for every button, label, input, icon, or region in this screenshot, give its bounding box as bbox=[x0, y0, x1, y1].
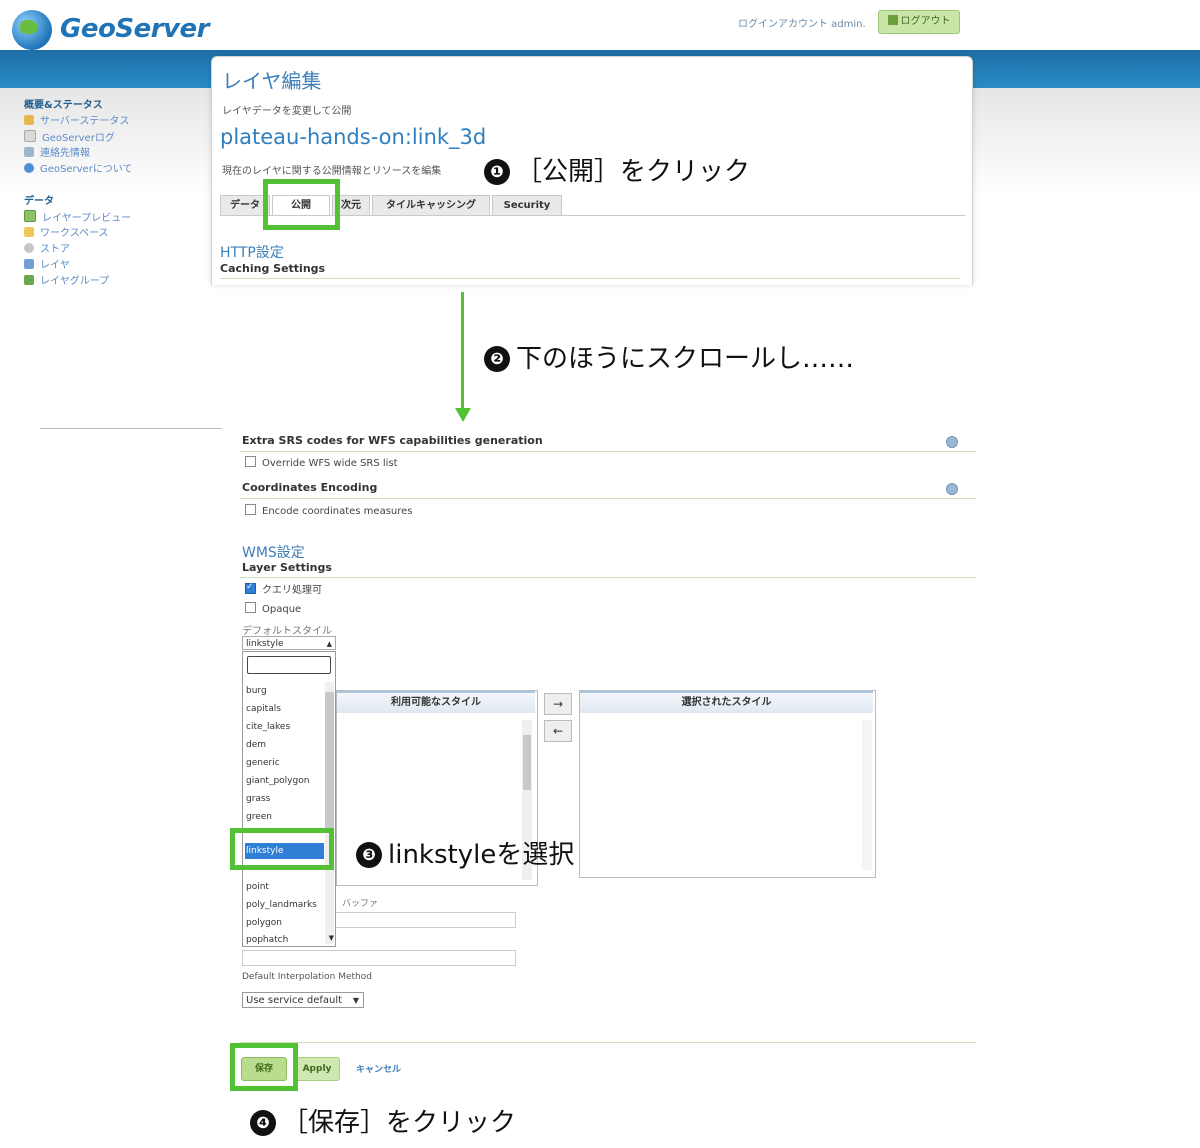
dropdown-option[interactable]: green bbox=[245, 809, 324, 825]
chevron-down-icon: ▼ bbox=[352, 996, 359, 1005]
available-styles-scroll-thumb[interactable] bbox=[523, 735, 531, 790]
dropdown-option[interactable]: point bbox=[245, 879, 324, 895]
dropdown-scroll-thumb[interactable] bbox=[325, 692, 334, 832]
scroll-arrow-head-icon bbox=[455, 408, 471, 422]
http-settings-title: HTTP設定 bbox=[220, 245, 284, 261]
caching-divider bbox=[220, 278, 960, 279]
interpolation-select[interactable]: Use service default ▼ bbox=[242, 992, 364, 1008]
highlight-save-button bbox=[230, 1043, 298, 1091]
sidebar-item-workspaces[interactable]: ワークスペース bbox=[24, 226, 109, 242]
dropdown-option[interactable]: generic bbox=[245, 755, 324, 771]
move-right-button[interactable]: → bbox=[544, 693, 572, 715]
sidebar-divider bbox=[40, 428, 222, 429]
page-title: レイヤ編集 bbox=[222, 69, 322, 93]
contact-icon bbox=[24, 147, 34, 157]
wms-settings-title: WMS設定 bbox=[242, 545, 305, 561]
sidebar-item-geoserver-log[interactable]: GeoServerログ bbox=[24, 130, 115, 146]
caret-up-icon: ▲ bbox=[326, 640, 332, 648]
dropdown-option[interactable]: polygon bbox=[245, 915, 324, 931]
sidebar-item-server-status[interactable]: サーバーステータス bbox=[24, 114, 129, 130]
highlight-publishing-tab bbox=[263, 179, 340, 230]
selected-styles-scrollbar[interactable] bbox=[862, 720, 872, 870]
selected-styles-list[interactable] bbox=[579, 690, 876, 878]
sidebar-item-stores[interactable]: ストア bbox=[24, 242, 70, 258]
encode-measures-checkbox[interactable] bbox=[245, 504, 256, 515]
actions-divider bbox=[240, 1042, 976, 1043]
dropdown-option[interactable]: cite_lakes bbox=[245, 719, 324, 735]
annotation-step3: ❸ linkstyleを選択 bbox=[356, 834, 574, 871]
dropdown-option[interactable]: poly_landmarks bbox=[245, 897, 324, 913]
queryable-checkbox[interactable] bbox=[245, 580, 256, 594]
dropdown-option[interactable]: giant_polygon bbox=[245, 773, 324, 789]
login-info: ログインアカウント admin. bbox=[738, 19, 866, 30]
layer-preview-icon bbox=[24, 210, 36, 222]
annotation-step4: ❹ ［保存］をクリック bbox=[250, 1102, 516, 1139]
default-style-select[interactable]: linkstyle ▲ bbox=[242, 636, 336, 650]
queryable-row[interactable]: クエリ処理可 bbox=[245, 580, 322, 597]
sidebar-item-contact[interactable]: 連絡先情報 bbox=[24, 146, 90, 162]
highlight-linkstyle-option bbox=[230, 828, 334, 870]
logout-button[interactable]: ログアウト bbox=[878, 10, 960, 34]
style-dropdown-list[interactable]: ▼ burg capitals cite_lakes dem generic g… bbox=[242, 651, 336, 947]
tab-security[interactable]: Security bbox=[492, 195, 562, 216]
help-icon[interactable] bbox=[946, 483, 958, 495]
dropdown-option[interactable]: capitals bbox=[245, 701, 324, 717]
override-srs-checkbox[interactable] bbox=[245, 456, 256, 467]
layers-icon bbox=[24, 259, 34, 269]
apply-button[interactable]: Apply bbox=[294, 1057, 340, 1081]
tab-tile-caching[interactable]: タイルキャッシング bbox=[372, 195, 490, 216]
opaque-row[interactable]: Opaque bbox=[245, 602, 301, 616]
about-icon bbox=[24, 163, 34, 173]
annotation-step1: ❶ ［公開］をクリック bbox=[484, 151, 750, 188]
cancel-link[interactable]: キャンセル bbox=[356, 1062, 401, 1075]
attribution-input[interactable] bbox=[242, 950, 516, 966]
sidebar-item-layer-preview[interactable]: レイヤープレビュー bbox=[24, 210, 131, 226]
server-status-icon bbox=[24, 115, 34, 125]
dropdown-scroll-down-icon[interactable]: ▼ bbox=[329, 934, 334, 942]
folder-icon bbox=[24, 227, 34, 237]
logout-icon bbox=[887, 15, 898, 25]
layer-group-icon bbox=[24, 275, 34, 285]
layer-settings-divider bbox=[240, 577, 976, 578]
encode-measures-row[interactable]: Encode coordinates measures bbox=[245, 504, 413, 518]
geoserver-globe-icon bbox=[12, 10, 52, 50]
default-style-label: デフォルトスタイル bbox=[242, 626, 332, 637]
available-styles-header: 利用可能なスタイル bbox=[337, 691, 535, 713]
layer-name: plateau-hands-on:link_3d bbox=[220, 125, 487, 149]
dropdown-option[interactable]: dem bbox=[245, 737, 324, 753]
logout-label: ログアウト bbox=[900, 16, 951, 27]
logo-text[interactable]: GeoServer bbox=[60, 14, 209, 44]
dropdown-option[interactable]: pophatch bbox=[245, 932, 324, 948]
sidebar-section-status: 概要&ステータス bbox=[24, 100, 103, 111]
selected-styles-header: 選択されたスタイル bbox=[580, 691, 873, 713]
dropdown-search-input[interactable] bbox=[247, 656, 331, 674]
help-icon[interactable] bbox=[946, 436, 958, 448]
log-icon bbox=[24, 130, 36, 142]
interpolation-label: Default Interpolation Method bbox=[242, 972, 372, 982]
dropdown-option[interactable]: grass bbox=[245, 791, 324, 807]
extra-srs-divider bbox=[240, 451, 976, 452]
layer-description: 現在のレイヤに関する公開情報とリソースを編集 bbox=[222, 166, 442, 177]
caching-settings-title: Caching Settings bbox=[220, 262, 326, 275]
page-subtitle: レイヤデータを変更して公開 bbox=[222, 106, 352, 117]
coordinates-encoding-title: Coordinates Encoding bbox=[242, 481, 378, 494]
move-left-button[interactable]: ← bbox=[544, 720, 572, 742]
store-icon bbox=[24, 243, 34, 253]
extra-srs-title: Extra SRS codes for WFS capabilities gen… bbox=[242, 434, 543, 447]
coord-divider bbox=[240, 498, 976, 499]
annotation-step2: ❷ 下のほうにスクロールし…… bbox=[484, 338, 854, 375]
opaque-checkbox[interactable] bbox=[245, 602, 256, 613]
sidebar-item-layers[interactable]: レイヤ bbox=[24, 258, 70, 274]
sidebar-section-data: データ bbox=[24, 196, 54, 207]
scroll-arrow-line bbox=[461, 292, 464, 410]
override-srs-row[interactable]: Override WFS wide SRS list bbox=[245, 456, 398, 470]
dropdown-option[interactable]: burg bbox=[245, 683, 324, 699]
sidebar-item-layer-groups[interactable]: レイヤグループ bbox=[24, 274, 109, 286]
sidebar-item-about[interactable]: GeoServerについて bbox=[24, 162, 133, 178]
buffer-label: バッファ bbox=[342, 899, 379, 909]
layer-settings-title: Layer Settings bbox=[242, 561, 332, 574]
